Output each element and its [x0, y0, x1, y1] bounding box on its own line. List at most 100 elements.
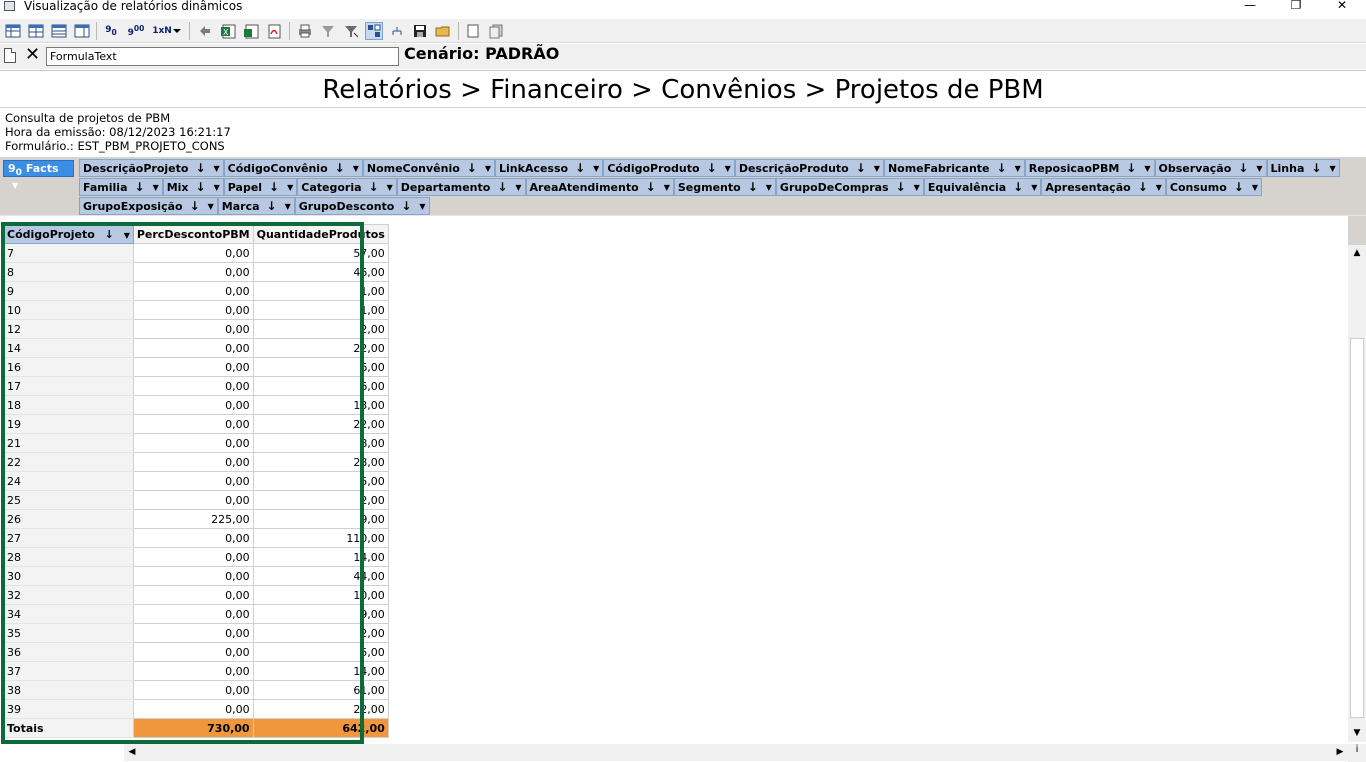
value-cell[interactable]: 6,00	[252, 376, 389, 396]
row-key-cell[interactable]: 24	[3, 471, 134, 491]
chevron-down-icon[interactable]: ▼	[1156, 183, 1162, 192]
layout-toggle-icon[interactable]	[365, 22, 383, 40]
pivot-field[interactable]: LinkAcesso ↓ ▼	[495, 159, 604, 177]
header-perc-desconto[interactable]: PercDescontoPBM	[132, 224, 254, 244]
row-key-cell[interactable]: 8	[3, 262, 134, 282]
row-key-cell[interactable]: 26	[3, 509, 134, 529]
pivot-field[interactable]: Segmento ↓ ▼	[673, 178, 776, 196]
value-cell[interactable]: 0,00	[132, 547, 254, 567]
pivot-field[interactable]: Linha ↓ ▼	[1266, 159, 1340, 177]
clear-formula-icon[interactable]: ✕	[25, 45, 40, 65]
value-cell[interactable]: 225,00	[132, 509, 254, 529]
value-cell[interactable]: 61,00	[252, 680, 389, 700]
chevron-down-icon[interactable]: ▼	[664, 183, 670, 192]
value-cell[interactable]: 0,00	[132, 680, 254, 700]
value-cell[interactable]: 0,00	[132, 661, 254, 681]
sort-arrow-icon[interactable]: ↓	[1234, 180, 1244, 194]
pivot-field[interactable]: Mix ↓ ▼	[162, 178, 224, 196]
value-cell[interactable]: 0,00	[132, 528, 254, 548]
sort-arrow-icon[interactable]: ↓	[497, 180, 507, 194]
grid-layout-3-icon[interactable]	[50, 22, 68, 40]
row-key-cell[interactable]: 38	[3, 680, 134, 700]
chevron-down-icon[interactable]: ▼	[485, 164, 491, 173]
pivot-field[interactable]: DescriçãoProjeto ↓ ▼	[79, 159, 224, 177]
pivot-field[interactable]: Marca ↓ ▼	[217, 197, 295, 215]
pivot-field[interactable]: Equivalência ↓ ▼	[923, 178, 1042, 196]
value-cell[interactable]: 0,00	[132, 395, 254, 415]
row-key-cell[interactable]: 36	[3, 642, 134, 662]
scroll-up-icon[interactable]: ▲	[1348, 245, 1366, 262]
pivot-field[interactable]: Familia ↓ ▼	[79, 178, 163, 196]
pivot-field[interactable]: Observação ↓ ▼	[1154, 159, 1267, 177]
row-key-cell[interactable]: 39	[3, 699, 134, 719]
value-cell[interactable]: 110,00	[252, 528, 389, 548]
new-document-icon[interactable]	[4, 48, 16, 63]
value-cell[interactable]: 22,00	[252, 338, 389, 358]
row-key-cell[interactable]: 16	[3, 357, 134, 377]
sort-arrow-icon[interactable]: ↓	[1238, 161, 1248, 175]
value-cell[interactable]: 0,00	[132, 566, 254, 586]
value-cell[interactable]: 6,00	[252, 357, 389, 377]
maximize-button[interactable]: ❐	[1273, 0, 1319, 13]
multiplier-dropdown[interactable]: 1xN	[150, 22, 174, 40]
chevron-down-icon[interactable]: ▼	[515, 183, 521, 192]
horizontal-scrollbar[interactable]: ◀ ▶	[124, 744, 1348, 761]
facts-dropdown[interactable]: 90 Facts ▼	[3, 160, 74, 190]
header-quantidade-produtos[interactable]: QuantidadeProdutos	[252, 224, 389, 244]
pivot-field[interactable]: CódigoProduto ↓ ▼	[603, 159, 735, 177]
row-key-cell[interactable]: 7	[3, 243, 134, 263]
sort-arrow-icon[interactable]: ↓	[467, 161, 477, 175]
value-cell[interactable]: 22,00	[252, 414, 389, 434]
sort-arrow-icon[interactable]: ↓	[856, 161, 866, 175]
sort-arrow-icon[interactable]: ↓	[335, 161, 345, 175]
save-icon[interactable]	[411, 22, 429, 40]
sort-arrow-icon[interactable]: ↓	[1138, 180, 1148, 194]
value-cell[interactable]: 0,00	[132, 623, 254, 643]
value-cell[interactable]: 28,00	[252, 452, 389, 472]
chevron-down-icon[interactable]: ▼	[387, 183, 393, 192]
sort-arrow-icon[interactable]: ↓	[1126, 161, 1136, 175]
increase-decimals-icon[interactable]: 900	[125, 22, 147, 40]
value-cell[interactable]: 13,00	[252, 395, 389, 415]
scroll-down-icon[interactable]: ▼	[1348, 725, 1366, 742]
value-cell[interactable]: 2,00	[252, 623, 389, 643]
info-corner-icon[interactable]: i	[1348, 744, 1366, 762]
chevron-down-icon[interactable]: ▼	[285, 202, 291, 211]
value-cell[interactable]: 0,00	[132, 604, 254, 624]
value-cell[interactable]: 1,00	[252, 281, 389, 301]
pivot-field[interactable]: Departamento ↓ ▼	[396, 178, 526, 196]
sort-arrow-icon[interactable]: ↓	[105, 228, 114, 241]
chevron-down-icon[interactable]: ▼	[725, 164, 731, 173]
sort-arrow-icon[interactable]: ↓	[196, 180, 206, 194]
value-cell[interactable]: 0,00	[132, 452, 254, 472]
chevron-down-icon[interactable]: ▼	[153, 183, 159, 192]
value-cell[interactable]: 9,00	[252, 509, 389, 529]
scroll-right-icon[interactable]: ▶	[1332, 744, 1348, 761]
open-folder-icon[interactable]	[434, 22, 452, 40]
value-cell[interactable]: 10,00	[252, 585, 389, 605]
chevron-down-icon[interactable]: ▼	[124, 231, 130, 240]
close-button[interactable]: ✕	[1319, 0, 1365, 13]
sort-arrow-icon[interactable]: ↓	[190, 199, 200, 213]
value-cell[interactable]: 0,00	[132, 490, 254, 510]
sort-arrow-icon[interactable]: ↓	[1013, 180, 1023, 194]
scroll-thumb[interactable]	[1350, 338, 1364, 718]
chevron-down-icon[interactable]: ▼	[214, 164, 220, 173]
grid-layout-1-icon[interactable]	[4, 22, 22, 40]
chevron-down-icon[interactable]: ▼	[1015, 164, 1021, 173]
value-cell[interactable]: 0,00	[132, 699, 254, 719]
value-cell[interactable]: 14,00	[252, 547, 389, 567]
row-key-cell[interactable]: 34	[3, 604, 134, 624]
pivot-field[interactable]: Papel ↓ ▼	[223, 178, 298, 196]
pivot-field[interactable]: ReposicaoPBM ↓ ▼	[1024, 159, 1155, 177]
chevron-down-icon[interactable]: ▼	[1252, 183, 1258, 192]
pivot-field[interactable]: NomeFabricante ↓ ▼	[883, 159, 1025, 177]
vertical-scrollbar[interactable]: ▲ ▼	[1348, 245, 1366, 742]
hierarchy-icon[interactable]	[388, 22, 406, 40]
value-cell[interactable]: 0,00	[132, 300, 254, 320]
value-cell[interactable]: 2,00	[252, 319, 389, 339]
chevron-down-icon[interactable]: ▼	[1144, 164, 1150, 173]
filter-clear-icon[interactable]	[342, 22, 360, 40]
row-key-cell[interactable]: 12	[3, 319, 134, 339]
filter-icon[interactable]	[319, 22, 337, 40]
